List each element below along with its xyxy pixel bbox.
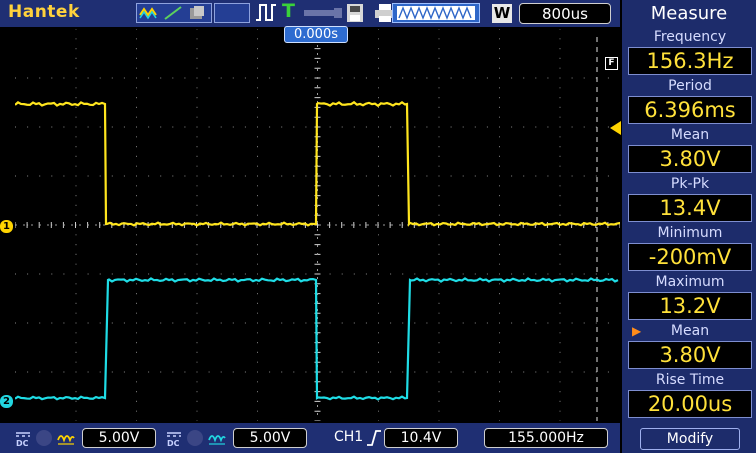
save-icon[interactable] [346, 3, 364, 23]
measure-label-frequency: Frequency [653, 29, 727, 45]
measure-label-minimum: Minimum [657, 225, 723, 241]
measure-value-minimum[interactable]: -200mV [628, 243, 752, 271]
timebase-display[interactable]: 800us [519, 3, 611, 24]
modify-button[interactable]: Modify [640, 428, 740, 450]
graticule [15, 29, 620, 421]
ch2-bandwidth-icon[interactable] [208, 430, 226, 446]
run-status-icon [256, 4, 276, 21]
memory-position-bar[interactable] [392, 3, 480, 23]
svg-text:DC: DC [167, 439, 180, 447]
ch2-trace [15, 277, 619, 401]
usb-icon [304, 8, 342, 18]
measure-value-mean[interactable]: 3.80V [628, 145, 752, 173]
ch2-ground-marker[interactable]: 2 [0, 395, 13, 408]
measure-value-frequency[interactable]: 156.3Hz [628, 47, 752, 75]
ch1-invert-icon[interactable] [36, 430, 52, 446]
ch2-dc-coupling-icon[interactable]: DC [165, 430, 183, 448]
trigger-frequency-readout[interactable]: 155.000Hz [484, 428, 608, 448]
xy-mode-icon[interactable] [163, 5, 183, 21]
measure-label-rise-time: Rise Time [655, 372, 725, 388]
wave-mode-icon[interactable] [139, 5, 159, 21]
measure-value-mean-selected[interactable]: 3.80V [628, 341, 752, 369]
trigger-source-label[interactable]: CH1 [334, 429, 363, 445]
measure-value-rise-time[interactable]: 20.00us [628, 390, 752, 418]
ch1-volts-div[interactable]: 5.00V [82, 428, 156, 448]
ch1-bandwidth-icon[interactable] [57, 430, 75, 446]
measure-value-pk-pk[interactable]: 13.4V [628, 194, 752, 222]
trigger-level-marker-icon[interactable] [610, 121, 621, 135]
measure-panel: Measure Frequency 156.3Hz Period 6.396ms… [622, 0, 756, 453]
measure-label-maximum: Maximum [655, 274, 725, 290]
display-mode-icons[interactable] [136, 3, 212, 23]
ch1-ground-marker[interactable]: 1 [0, 220, 13, 233]
ch1-dc-coupling-icon[interactable]: DC [14, 430, 32, 448]
measure-label-period: Period [668, 78, 712, 94]
status-blank-box [214, 3, 250, 23]
bottom-status-bar: DC 5.00V DC 5.00V CH1 10.4V 155.000Hz [0, 423, 620, 453]
measure-label-mean: Mean [670, 127, 710, 143]
measure-value-period[interactable]: 6.396ms [628, 96, 752, 124]
brand-logo: Hantek [8, 2, 80, 22]
svg-text:DC: DC [16, 439, 29, 447]
measure-label-mean-selected: Mean [628, 322, 752, 340]
rising-edge-icon[interactable] [366, 429, 382, 447]
measure-value-maximum[interactable]: 13.2V [628, 292, 752, 320]
waveform-display[interactable]: F [15, 29, 620, 421]
trigger-position-readout[interactable]: 0.000s [284, 26, 348, 43]
ch2-volts-div[interactable]: 5.00V [233, 428, 307, 448]
measure-title: Measure [650, 3, 728, 24]
trigger-level-readout[interactable]: 10.4V [384, 428, 458, 448]
ch2-invert-icon[interactable] [187, 430, 203, 446]
top-status-bar: Hantek T W 800us [0, 0, 620, 27]
window-badge[interactable]: W [492, 4, 512, 23]
measure-label-pk-pk: Pk-Pk [670, 176, 710, 192]
trigger-status-icon: T [282, 0, 295, 22]
f-marker-icon: F [605, 57, 618, 70]
persist-mode-icon[interactable] [187, 5, 207, 21]
